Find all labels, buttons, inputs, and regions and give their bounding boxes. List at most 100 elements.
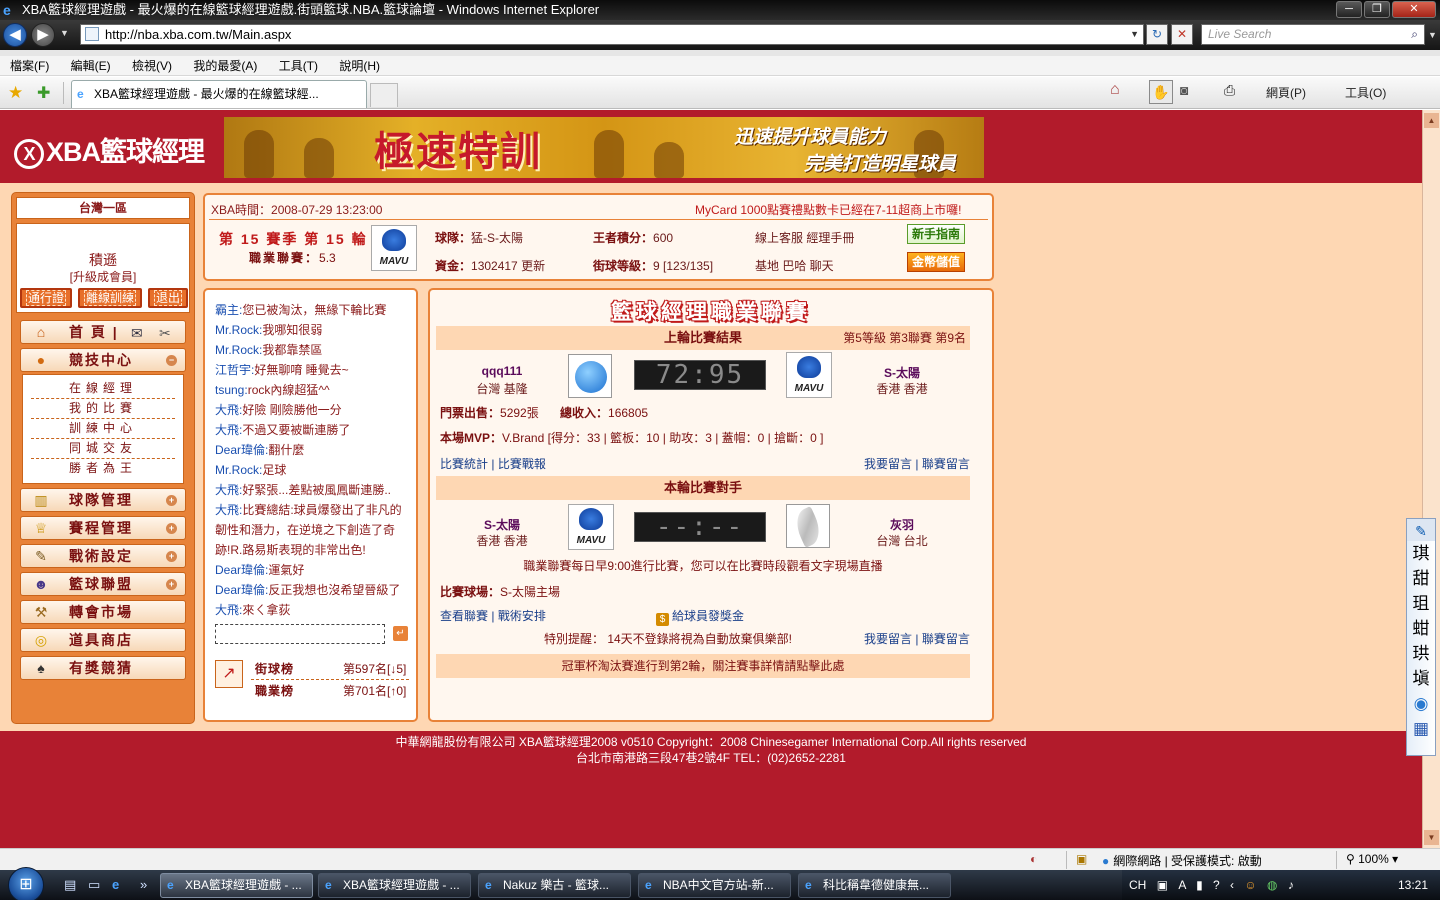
tray-box-icon[interactable]: ▮ bbox=[1196, 878, 1203, 892]
chat-sender[interactable]: Mr.Rock: bbox=[215, 343, 262, 357]
ime-candidate-1[interactable]: 琪 bbox=[1407, 541, 1435, 566]
search-icon[interactable]: ⌕ bbox=[1411, 25, 1418, 44]
offline-training-button[interactable]: 離線訓練 bbox=[77, 288, 142, 308]
close-button[interactable]: ✕ bbox=[1392, 1, 1436, 18]
match-stats-link[interactable]: 比賽統計 bbox=[440, 457, 488, 471]
stop-button[interactable]: ✕ bbox=[1171, 24, 1193, 45]
start-button[interactable]: ⊞ bbox=[8, 867, 44, 900]
ime-candidate-3[interactable]: 珇 bbox=[1407, 591, 1435, 616]
ime-candidate-5[interactable]: 珙 bbox=[1407, 641, 1435, 666]
submenu-my-matches[interactable]: 我的比賽 bbox=[31, 399, 175, 419]
refresh-button[interactable]: ↻ bbox=[1146, 24, 1168, 45]
next-away-team[interactable]: 灰羽 bbox=[854, 516, 950, 533]
last-away-team[interactable]: S-太陽 bbox=[854, 364, 950, 381]
favorites-star-icon[interactable]: ★ bbox=[8, 83, 23, 103]
tactics-link[interactable]: 戰術安排 bbox=[498, 609, 546, 623]
pro-rank-label[interactable]: 職業榜 bbox=[255, 682, 294, 699]
ime-handle-icon[interactable]: ✎ bbox=[1407, 519, 1435, 541]
new-tab-button[interactable] bbox=[370, 83, 398, 107]
browser-tab[interactable]: e XBA籃球經理遊戲 - 最火爆的在線籃球經... bbox=[71, 80, 367, 108]
street-rank-label[interactable]: 街球榜 bbox=[255, 660, 294, 677]
taskbar-button-5[interactable]: e 科比稱韋德健康無... bbox=[798, 873, 951, 898]
search-dropdown-icon[interactable]: ▼ bbox=[1428, 30, 1437, 40]
match-report-link[interactable]: 比賽戰報 bbox=[498, 457, 546, 471]
next-home-team[interactable]: S-太陽 bbox=[454, 516, 550, 533]
menu-competition[interactable]: ● 競技中心 − bbox=[20, 348, 186, 372]
menu-help[interactable]: 說明(H) bbox=[329, 56, 388, 76]
chat-sender[interactable]: Mr.Rock: bbox=[215, 463, 262, 477]
collapse-icon[interactable]: − bbox=[166, 355, 177, 366]
settings-tool-icon[interactable]: ✂ bbox=[159, 322, 171, 344]
tray-volume-icon[interactable]: ♪ bbox=[1288, 878, 1294, 892]
ime-pin-icon[interactable]: ◉ bbox=[1407, 691, 1435, 716]
menu-tactics[interactable]: ✎ 戰術設定 + bbox=[20, 544, 186, 568]
tray-network-icon[interactable]: ◍ bbox=[1267, 878, 1277, 892]
promo-banner[interactable]: 極速特訓 迅速提升球員能力 完美打造明星球員 bbox=[224, 117, 984, 178]
privacy-icon[interactable]: ◐ bbox=[1030, 852, 1037, 866]
menu-favorites[interactable]: 我的最愛(A) bbox=[183, 56, 265, 76]
address-bar[interactable]: http://nba.xba.com.tw/Main.aspx ▼ bbox=[80, 24, 1144, 45]
chat-sender[interactable]: 大飛: bbox=[215, 503, 242, 517]
leave-message-link-2[interactable]: 我要留言 bbox=[864, 632, 912, 646]
show-desktop-icon[interactable]: ▤ bbox=[64, 877, 76, 893]
menu-edit[interactable]: 編輯(E) bbox=[61, 56, 119, 76]
ime-candidate-6[interactable]: 塡 bbox=[1407, 666, 1435, 691]
back-button[interactable]: ◀ bbox=[3, 23, 27, 47]
protected-mode-icon[interactable]: ▣ bbox=[1076, 852, 1087, 866]
menu-transfer-market[interactable]: ⚒ 轉會市場 bbox=[20, 600, 186, 624]
taskbar-button-3[interactable]: e Nakuz 樂古 - 籃球... bbox=[478, 873, 631, 898]
taskbar-button-4[interactable]: e NBA中文官方站-新... bbox=[638, 873, 791, 898]
expand-icon[interactable]: + bbox=[166, 551, 177, 562]
menu-item-shop[interactable]: ◎ 道具商店 bbox=[20, 628, 186, 652]
address-dropdown-icon[interactable]: ▼ bbox=[1130, 25, 1139, 44]
chat-sender[interactable]: 霸主: bbox=[215, 303, 242, 317]
tray-help-icon[interactable]: ? bbox=[1213, 878, 1220, 892]
league-message-link-2[interactable]: 聯賽留言 bbox=[922, 632, 970, 646]
ie-quicklaunch-icon[interactable]: e bbox=[112, 877, 119, 892]
marquee-notice[interactable]: MyCard 1000點賽禮點數卡已經在7-11超商上市囉! bbox=[695, 201, 962, 218]
tools-menu[interactable]: 工具(O) bbox=[1345, 84, 1386, 101]
taskbar-button-2[interactable]: e XBA籃球經理遊戲 - ... bbox=[318, 873, 471, 898]
chat-input[interactable] bbox=[215, 624, 385, 644]
submenu-training-center[interactable]: 訓練中心 bbox=[31, 419, 175, 439]
ime-tray-icon[interactable]: ▣ bbox=[1157, 878, 1168, 892]
leave-message-link[interactable]: 我要留言 bbox=[864, 457, 912, 471]
view-league-link[interactable]: 查看聯賽 bbox=[440, 609, 488, 623]
chat-sender[interactable]: Mr.Rock: bbox=[215, 323, 262, 337]
menu-home[interactable]: ⌂ 首 頁 | ✉ ✂ bbox=[20, 320, 186, 344]
font-a-icon[interactable]: A bbox=[1178, 878, 1185, 892]
community-links[interactable]: 基地 巴哈 聊天 bbox=[755, 257, 834, 274]
menu-tools[interactable]: 工具(T) bbox=[269, 56, 326, 76]
add-favorite-icon[interactable]: ✚ bbox=[37, 83, 50, 103]
pass-button[interactable]: 通行證 bbox=[20, 288, 73, 308]
tray-expand-icon[interactable]: ‹ bbox=[1230, 878, 1234, 892]
expand-icon[interactable]: + bbox=[166, 495, 177, 506]
quicklaunch-more-icon[interactable]: » bbox=[140, 877, 147, 892]
scroll-up-icon[interactable]: ▲ bbox=[1424, 113, 1439, 128]
menu-league[interactable]: ☻ 籃球聯盟 + bbox=[20, 572, 186, 596]
home-icon[interactable]: ⌂ bbox=[1110, 81, 1120, 99]
hand-icon[interactable]: ✋ bbox=[1149, 80, 1173, 104]
newbie-guide-button[interactable]: 新手指南 bbox=[907, 224, 965, 244]
chat-sender[interactable]: tsung: bbox=[215, 383, 248, 397]
logout-button[interactable]: 退出 bbox=[147, 288, 188, 308]
chat-sender[interactable]: 大飛: bbox=[215, 403, 242, 417]
chat-sender[interactable]: 大飛: bbox=[215, 483, 242, 497]
refresh-funds-link[interactable]: 更新 bbox=[521, 259, 545, 273]
feed-icon[interactable]: ◙ bbox=[1180, 82, 1188, 98]
chat-sender[interactable]: 大飛: bbox=[215, 423, 242, 437]
player-bonus-link[interactable]: $ 給球員發獎金 bbox=[656, 607, 744, 626]
chat-sender[interactable]: 大飛: bbox=[215, 603, 242, 617]
page-menu[interactable]: 網頁(P) bbox=[1266, 84, 1306, 101]
champion-cup-notice[interactable]: 冠軍杯淘汰賽進行到第2輪，關注賽事詳情請點擊此處 bbox=[436, 654, 970, 678]
security-zone[interactable]: ● 網際網路 | 受保護模式: 啟動 bbox=[1102, 852, 1262, 869]
last-home-team[interactable]: qqq111 bbox=[454, 364, 550, 378]
menu-team-management[interactable]: ▥ 球隊管理 + bbox=[20, 488, 186, 512]
expand-icon[interactable]: + bbox=[166, 523, 177, 534]
ime-keyboard-icon[interactable]: ▦ bbox=[1407, 716, 1435, 741]
search-input[interactable]: Live Search ⌕ bbox=[1201, 24, 1425, 45]
chat-sender[interactable]: Dear瑋倫: bbox=[215, 563, 268, 577]
minimize-button[interactable]: ─ bbox=[1336, 1, 1362, 18]
ime-candidate-4[interactable]: 蚶 bbox=[1407, 616, 1435, 641]
site-logo[interactable]: X XBA籃球經理 bbox=[14, 130, 205, 169]
